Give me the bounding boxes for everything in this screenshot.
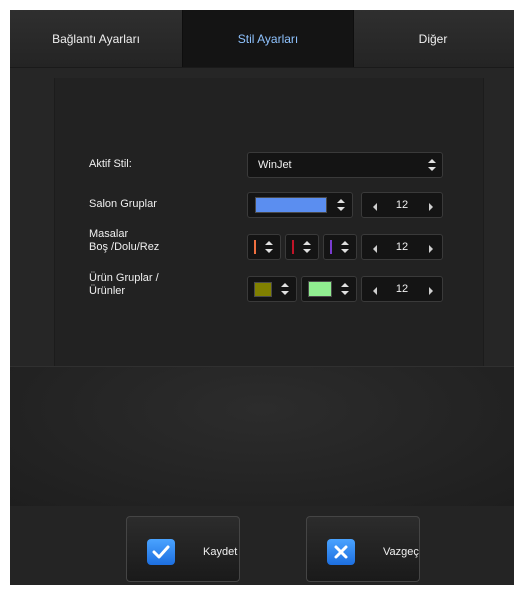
table-empty-color-bar bbox=[254, 240, 256, 254]
tables-size-stepper[interactable]: 12 bbox=[361, 234, 443, 260]
table-empty-color-picker[interactable] bbox=[247, 234, 281, 260]
decrease-arrow-icon[interactable] bbox=[370, 242, 380, 254]
salon-size-value: 12 bbox=[395, 199, 409, 211]
footer-bar: Kaydet Vazgeç bbox=[10, 506, 514, 585]
tab-label: Diğer bbox=[418, 31, 448, 46]
product-item-color-swatch bbox=[308, 281, 332, 297]
salon-color-picker[interactable] bbox=[247, 192, 353, 218]
decrease-arrow-icon[interactable] bbox=[370, 284, 380, 296]
tables-size-value: 12 bbox=[395, 241, 409, 253]
product-item-color-picker[interactable] bbox=[301, 276, 357, 302]
products-label-line2: Ürünler bbox=[89, 285, 126, 297]
close-icon bbox=[327, 539, 355, 565]
salon-color-swatch bbox=[255, 197, 327, 213]
table-full-color-picker[interactable] bbox=[285, 234, 319, 260]
tables-label: Masalar Boş /Dolu/Rez bbox=[89, 228, 159, 254]
updown-arrows-icon bbox=[427, 158, 437, 172]
empty-background-area bbox=[10, 366, 514, 507]
active-style-select[interactable]: WinJet bbox=[247, 152, 443, 178]
style-settings-panel: Aktif Stil: WinJet Salon Gruplar 12 Masa… bbox=[54, 78, 484, 366]
tab-bar: Bağlantı Ayarları Stil Ayarları Diğer bbox=[10, 10, 514, 68]
updown-arrows-icon bbox=[264, 240, 274, 254]
products-label: Ürün Gruplar / Ürünler bbox=[89, 272, 159, 298]
table-full-color-bar bbox=[292, 240, 294, 254]
salon-size-stepper[interactable]: 12 bbox=[361, 192, 443, 218]
updown-arrows-icon bbox=[340, 282, 350, 296]
cancel-button[interactable]: Vazgeç bbox=[306, 516, 420, 582]
salon-groups-label: Salon Gruplar bbox=[89, 198, 157, 210]
table-reserved-color-bar bbox=[330, 240, 332, 254]
updown-arrows-icon bbox=[340, 240, 350, 254]
products-size-stepper[interactable]: 12 bbox=[361, 276, 443, 302]
table-reserved-color-picker[interactable] bbox=[323, 234, 357, 260]
active-style-label: Aktif Stil: bbox=[89, 158, 132, 170]
increase-arrow-icon[interactable] bbox=[426, 200, 436, 212]
product-group-color-swatch bbox=[254, 282, 272, 297]
products-size-value: 12 bbox=[395, 283, 409, 295]
tab-connection-settings[interactable]: Bağlantı Ayarları bbox=[10, 10, 182, 67]
tab-other[interactable]: Diğer bbox=[352, 10, 514, 67]
updown-arrows-icon bbox=[336, 198, 346, 212]
tab-label: Bağlantı Ayarları bbox=[52, 31, 140, 46]
active-style-value: WinJet bbox=[258, 159, 292, 171]
products-label-line1: Ürün Gruplar / bbox=[89, 272, 159, 284]
updown-arrows-icon bbox=[302, 240, 312, 254]
content-area: Aktif Stil: WinJet Salon Gruplar 12 Masa… bbox=[10, 68, 514, 366]
product-group-color-picker[interactable] bbox=[247, 276, 297, 302]
settings-window: Bağlantı Ayarları Stil Ayarları Diğer Ak… bbox=[10, 10, 514, 585]
tab-style-settings[interactable]: Stil Ayarları bbox=[182, 10, 354, 67]
tables-label-line1: Masalar bbox=[89, 228, 129, 240]
save-button-label: Kaydet bbox=[203, 546, 238, 558]
tab-label: Stil Ayarları bbox=[237, 31, 299, 46]
checkmark-icon bbox=[147, 539, 175, 565]
save-button[interactable]: Kaydet bbox=[126, 516, 240, 582]
increase-arrow-icon[interactable] bbox=[426, 242, 436, 254]
tables-label-line2: Boş /Dolu/Rez bbox=[89, 241, 160, 253]
increase-arrow-icon[interactable] bbox=[426, 284, 436, 296]
cancel-button-label: Vazgeç bbox=[383, 546, 419, 558]
decrease-arrow-icon[interactable] bbox=[370, 200, 380, 212]
updown-arrows-icon bbox=[280, 282, 290, 296]
